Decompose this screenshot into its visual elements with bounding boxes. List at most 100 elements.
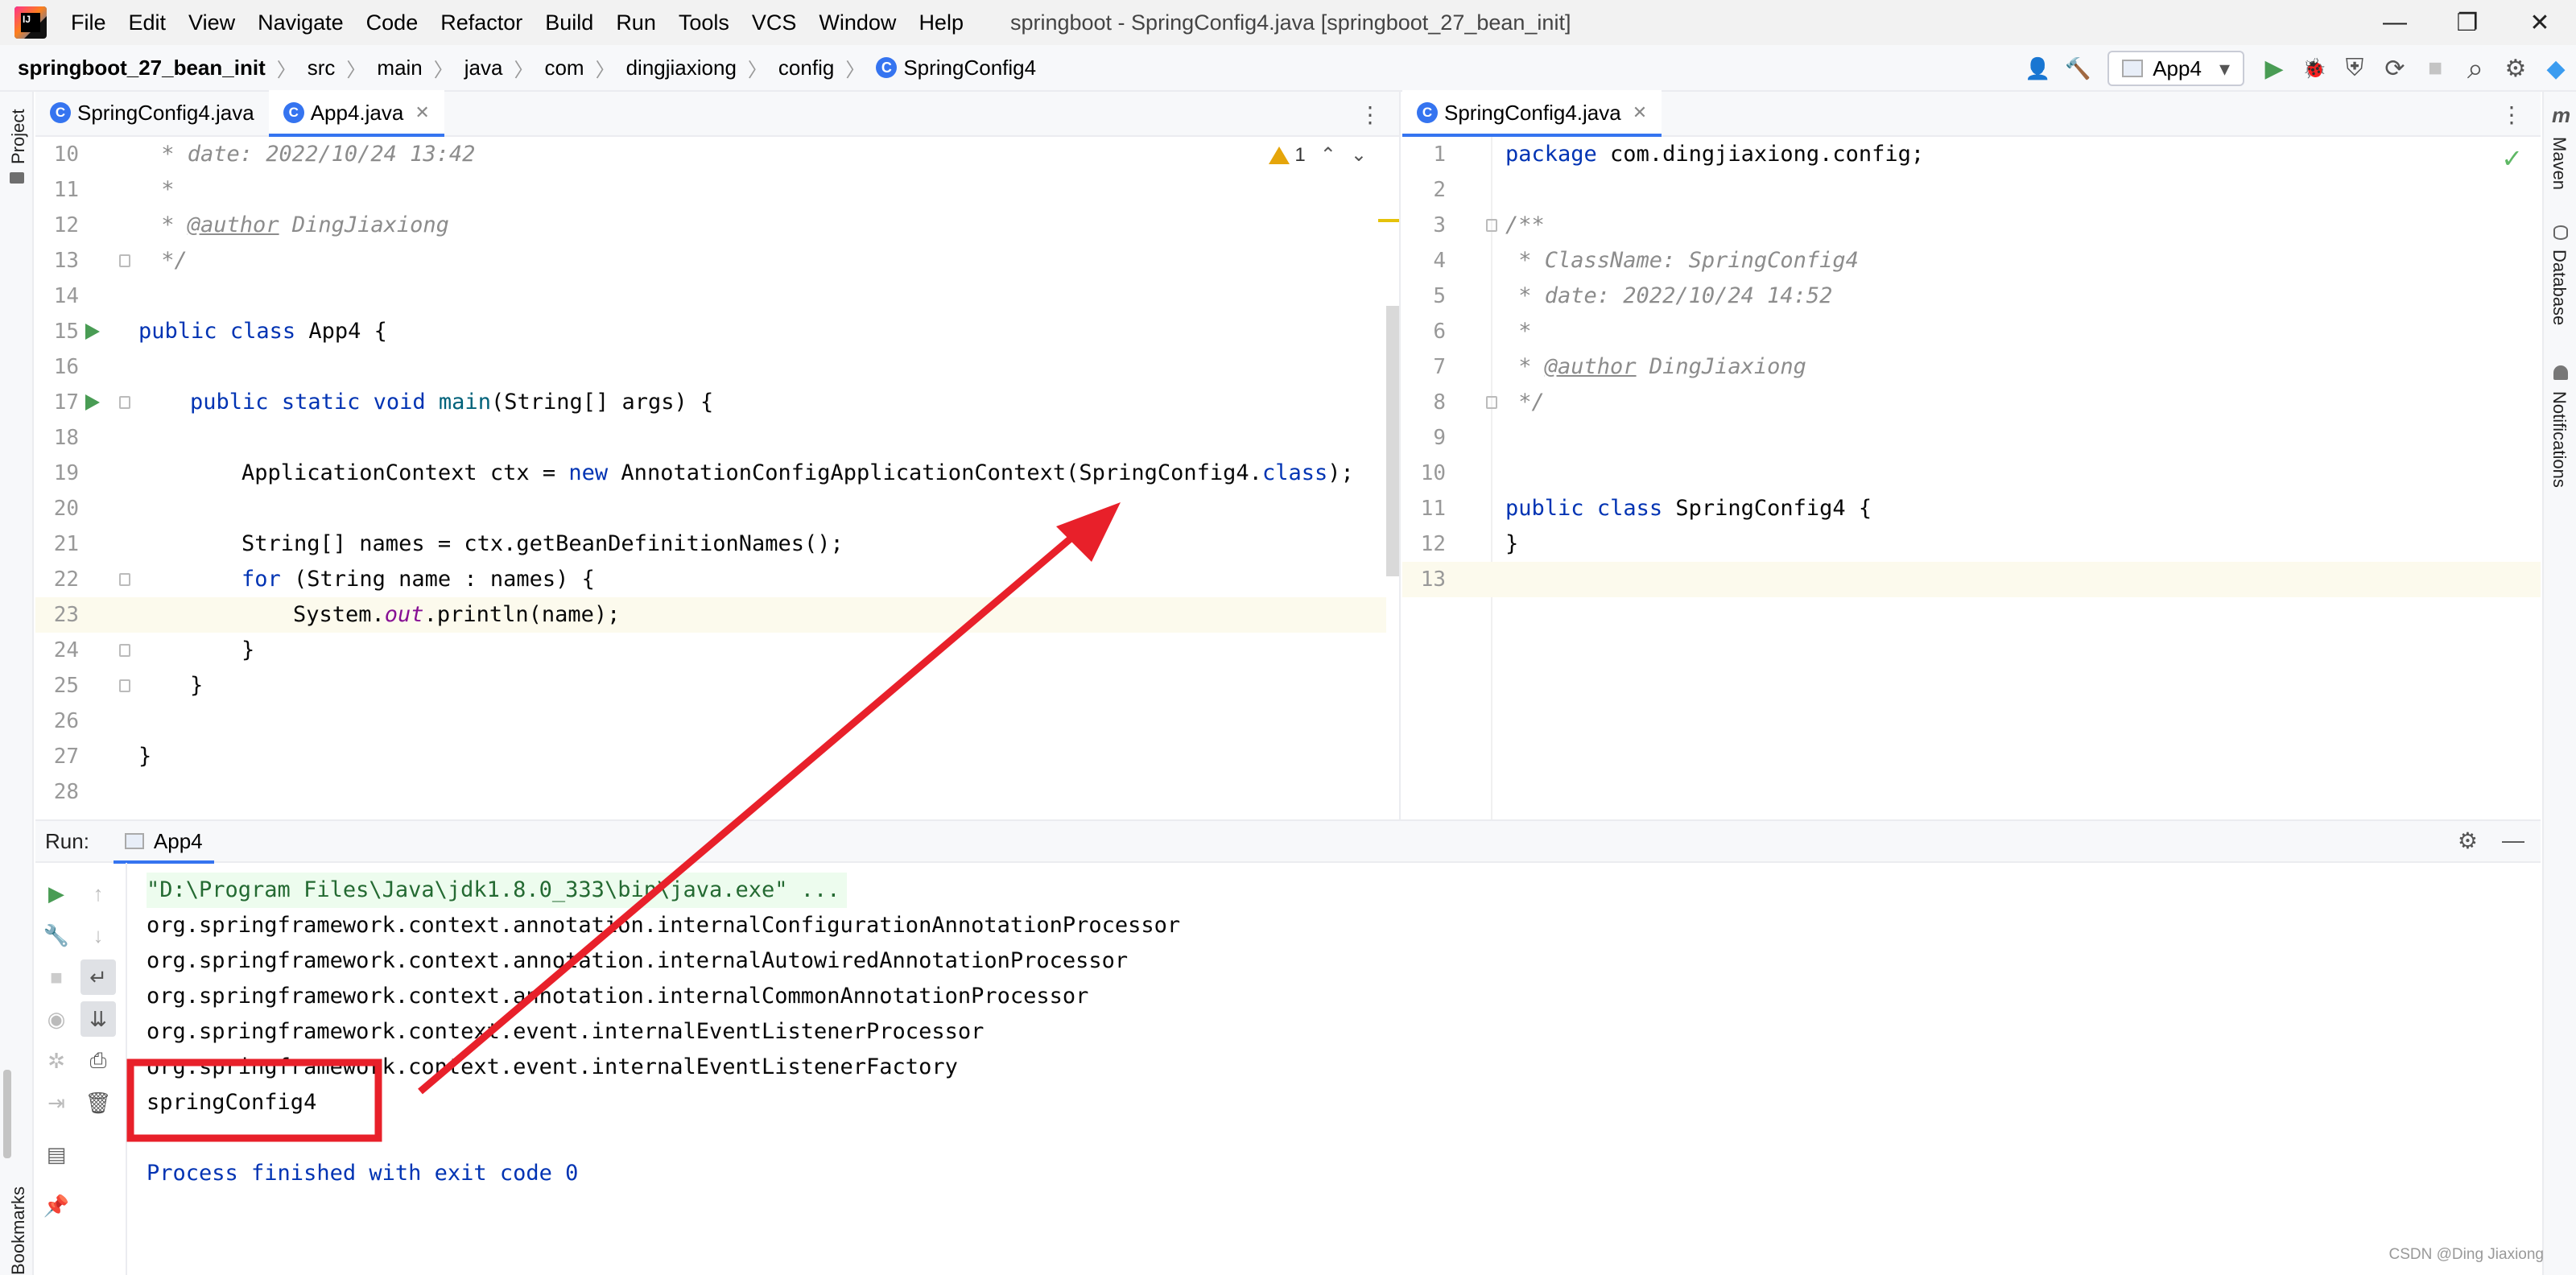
class-icon: C bbox=[283, 102, 304, 123]
more-vertical-icon[interactable]: ⋮ bbox=[1359, 101, 1381, 128]
restore-button[interactable]: ❐ bbox=[2431, 0, 2504, 45]
code-line: 22 for (String name : names) { bbox=[53, 567, 595, 592]
fold-icon[interactable] bbox=[119, 396, 130, 409]
breadcrumb-file-label: SpringConfig4 bbox=[903, 55, 1037, 80]
run-header: Run: App4 ⚙ — bbox=[35, 820, 2541, 864]
menu-file[interactable]: File bbox=[71, 10, 106, 35]
breadcrumb-separator: 〉 bbox=[276, 59, 296, 81]
rerun-icon[interactable]: ▶ bbox=[39, 876, 74, 911]
menu-vcs[interactable]: VCS bbox=[752, 10, 797, 35]
menu-code[interactable]: Code bbox=[366, 10, 419, 35]
menu-navigate[interactable]: Navigate bbox=[258, 10, 344, 35]
menu-window[interactable]: Window bbox=[819, 10, 896, 35]
editor-app4: C SpringConfig4.java C App4.java ✕ ⋮ 1 ⌃… bbox=[35, 90, 1401, 819]
chevron-down-icon: ▾ bbox=[2219, 56, 2230, 80]
fold-icon[interactable] bbox=[119, 644, 130, 657]
fold-icon[interactable] bbox=[119, 573, 130, 586]
fold-icon[interactable] bbox=[119, 679, 130, 692]
debug-icon[interactable]: 🐞 bbox=[2294, 48, 2334, 89]
fold-icon[interactable] bbox=[119, 254, 130, 267]
search-icon[interactable]: ⌕ bbox=[2455, 48, 2496, 89]
menu-refactor[interactable]: Refactor bbox=[440, 10, 522, 35]
wrench-icon[interactable]: 🔧 bbox=[39, 918, 74, 953]
run-tool-window: Run: App4 ⚙ — ▶ ↑ 🔧 ↓ ↵ ■ ⇊ ◉ ⎙ ✲ 🗑 ⇥ ▤ … bbox=[35, 819, 2541, 1275]
jetbrains-logo-icon[interactable]: ◆ bbox=[2536, 48, 2576, 89]
arrow-down-icon[interactable]: ↓ bbox=[80, 918, 116, 953]
code-line: 2 bbox=[1433, 178, 1446, 202]
menu-edit[interactable]: Edit bbox=[129, 10, 167, 35]
stop-icon[interactable]: ■ bbox=[2415, 48, 2455, 89]
fold-icon[interactable] bbox=[1486, 219, 1497, 232]
run-tab-app4[interactable]: App4 bbox=[113, 820, 214, 864]
run-actions-sidebar: ▶ ↑ 🔧 ↓ ↵ ■ ⇊ ◉ ⎙ ✲ 🗑 ⇥ ▤ 📌 bbox=[35, 863, 127, 1275]
breadcrumb-com[interactable]: com bbox=[544, 56, 584, 80]
trash-icon[interactable]: 🗑 bbox=[80, 1085, 116, 1120]
pin-icon[interactable]: 📌 bbox=[39, 1188, 74, 1223]
print-icon[interactable]: ⎙ bbox=[80, 1043, 116, 1079]
layout-icon[interactable]: ▤ bbox=[39, 1137, 74, 1172]
coverage-icon[interactable]: ⛨ bbox=[2334, 48, 2375, 89]
breadcrumb-project[interactable]: springboot_27_bean_init bbox=[18, 56, 266, 80]
profile-icon[interactable]: ⟳ bbox=[2375, 48, 2415, 89]
close-icon[interactable]: ✕ bbox=[415, 102, 429, 123]
project-tool-tab[interactable]: Project bbox=[8, 109, 29, 164]
tab-label: App4.java bbox=[310, 100, 404, 125]
console-output[interactable]: "D:\Program Files\Java\jdk1.8.0_333\bin\… bbox=[127, 863, 2541, 1275]
tab-springconfig4[interactable]: C SpringConfig4.java bbox=[35, 90, 269, 135]
breadcrumb-separator: 〉 bbox=[433, 59, 453, 81]
stop-icon[interactable]: ■ bbox=[39, 959, 74, 995]
menu-view[interactable]: View bbox=[188, 10, 235, 35]
code-area-right[interactable]: ✓ 1 package com.dingjiaxiong.config; 2 3/… bbox=[1402, 137, 2541, 819]
bookmarks-tool-tab[interactable]: Bookmarks bbox=[8, 1186, 29, 1275]
close-window-button[interactable]: ✕ bbox=[2504, 0, 2576, 45]
menu-help[interactable]: Help bbox=[919, 10, 964, 35]
console-line: org.springframework.context.event.intern… bbox=[147, 1019, 985, 1044]
run-gutter-icon[interactable] bbox=[85, 394, 100, 411]
breadcrumb-file[interactable]: C SpringConfig4 bbox=[876, 56, 1036, 80]
run-configuration-select[interactable]: App4 ▾ bbox=[2107, 51, 2244, 86]
fold-icon[interactable] bbox=[1486, 396, 1497, 409]
tab-app4[interactable]: C App4.java ✕ bbox=[268, 90, 444, 137]
arrow-up-icon[interactable]: ↑ bbox=[80, 876, 116, 911]
run-gutter-icon[interactable] bbox=[85, 324, 100, 340]
more-vertical-icon[interactable]: ⋮ bbox=[2500, 101, 2523, 128]
code-line: 11 public class SpringConfig4 { bbox=[1420, 496, 1872, 521]
minimize-button[interactable]: — bbox=[2359, 0, 2431, 45]
run-config-icon bbox=[124, 833, 144, 849]
code-line: 4 * ClassName: SpringConfig4 bbox=[1433, 248, 1859, 273]
exit-icon[interactable]: ⇥ bbox=[39, 1085, 74, 1120]
menu-run[interactable]: Run bbox=[616, 10, 656, 35]
breadcrumb-src[interactable]: src bbox=[308, 56, 336, 80]
camera-icon[interactable]: ◉ bbox=[39, 1001, 74, 1037]
structure-handle[interactable] bbox=[3, 1070, 11, 1158]
build-hammer-icon[interactable]: 🔨 bbox=[2058, 48, 2098, 89]
class-icon: C bbox=[1417, 102, 1438, 123]
menu-build[interactable]: Build bbox=[545, 10, 593, 35]
breadcrumb-dingjiaxiong[interactable]: dingjiaxiong bbox=[626, 56, 737, 80]
breadcrumb-config[interactable]: config bbox=[778, 56, 834, 80]
debug-disabled-icon[interactable]: ✲ bbox=[39, 1043, 74, 1079]
breadcrumb-java[interactable]: java bbox=[464, 56, 503, 80]
editor-springconfig4: C SpringConfig4.java ✕ ⋮ ✓ 1 package com.… bbox=[1402, 90, 2541, 819]
maven-tool-tab[interactable]: Maven bbox=[2549, 137, 2570, 190]
maven-icon: m bbox=[2552, 103, 2571, 127]
soft-wrap-icon[interactable]: ↵ bbox=[80, 959, 116, 995]
code-area-left[interactable]: 1 ⌃ ⌄ 10 * date: 2022/10/24 13:42 11 * 1… bbox=[35, 137, 1399, 819]
settings-icon[interactable]: ⚙ bbox=[2458, 827, 2478, 854]
console-line-command: "D:\Program Files\Java\jdk1.8.0_333\bin\… bbox=[147, 873, 847, 908]
breadcrumb-main[interactable]: main bbox=[377, 56, 422, 80]
console-line: org.springframework.context.event.intern… bbox=[147, 1054, 958, 1079]
minimize-panel-icon[interactable]: — bbox=[2502, 827, 2524, 854]
user-icon[interactable]: 👤 bbox=[2017, 48, 2058, 89]
code-line-current: 13 bbox=[1402, 562, 2541, 597]
notifications-tool-tab[interactable]: Notifications bbox=[2549, 391, 2570, 488]
code-line: 20 bbox=[53, 497, 79, 521]
run-icon[interactable]: ▶ bbox=[2254, 48, 2294, 89]
settings-icon[interactable]: ⚙ bbox=[2496, 48, 2536, 89]
database-tool-tab[interactable]: Database bbox=[2549, 250, 2570, 325]
code-line: 13 */ bbox=[53, 248, 188, 273]
menu-tools[interactable]: Tools bbox=[679, 10, 729, 35]
close-icon[interactable]: ✕ bbox=[1633, 102, 1647, 123]
tab-springconfig4[interactable]: C SpringConfig4.java ✕ bbox=[1402, 90, 1662, 137]
scroll-to-end-icon[interactable]: ⇊ bbox=[80, 1001, 116, 1037]
